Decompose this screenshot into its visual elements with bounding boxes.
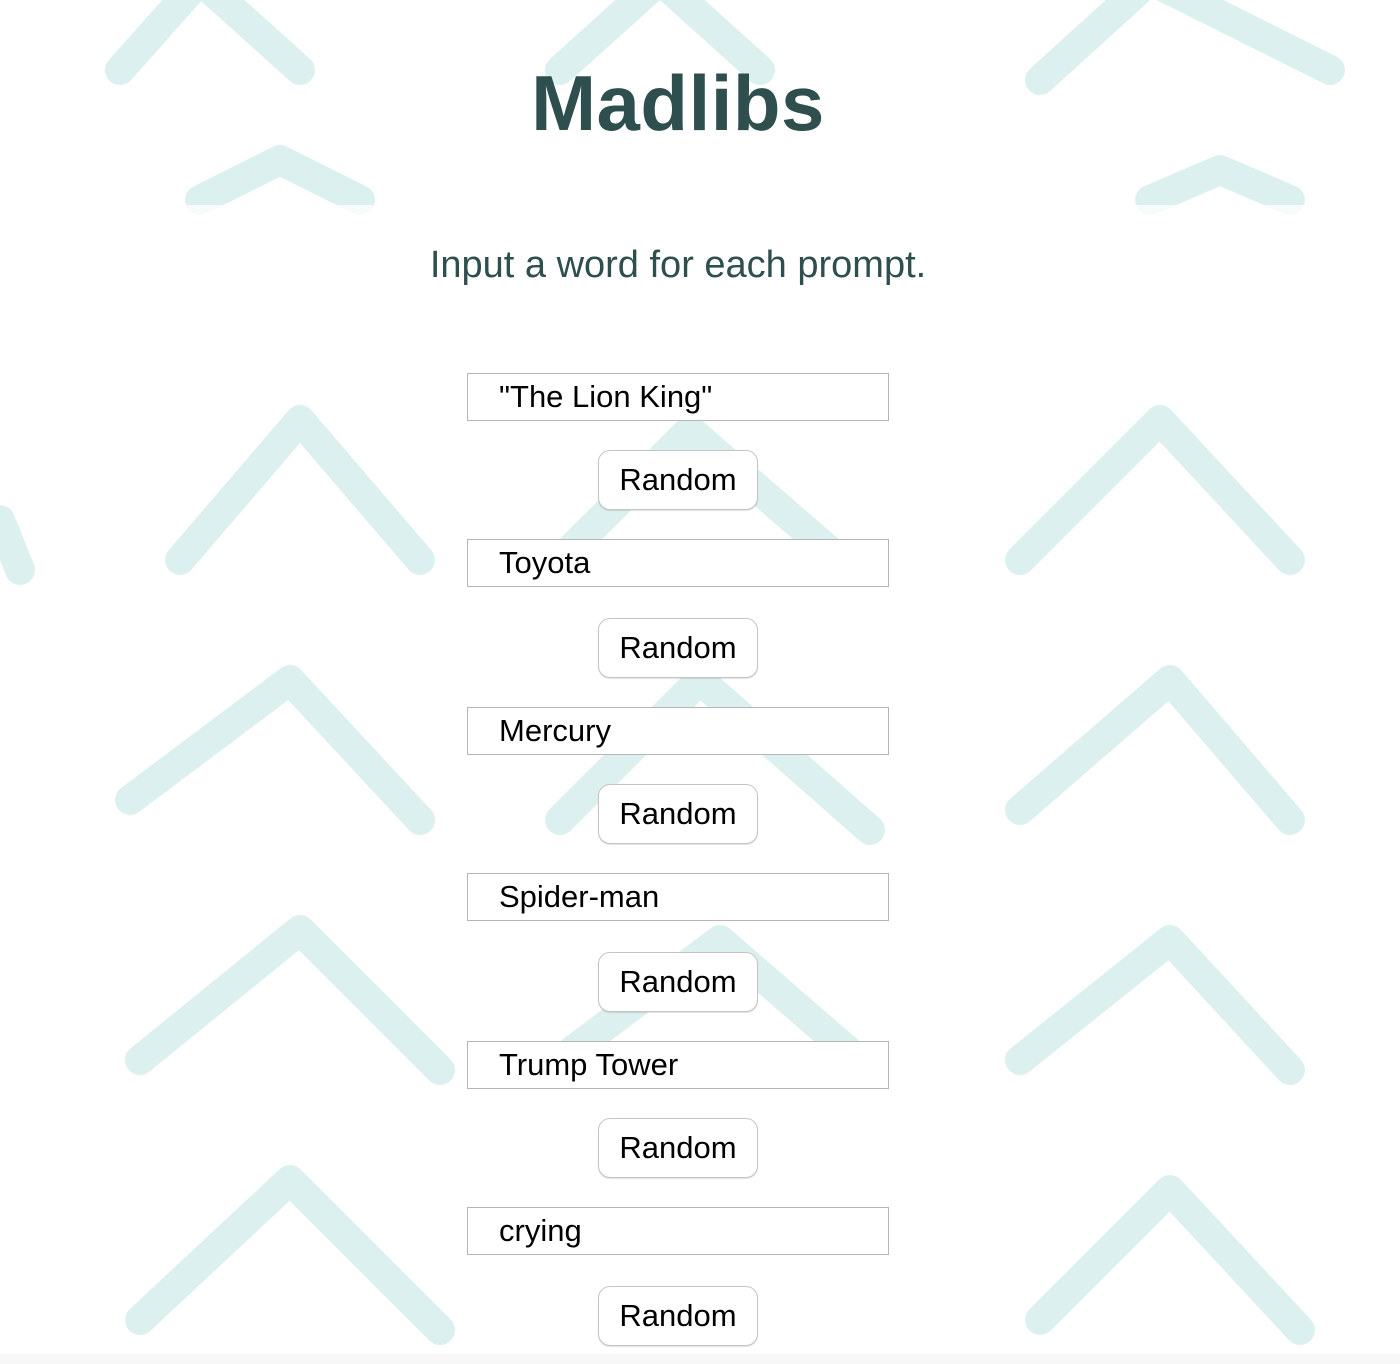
- instructions-text: Input a word for each prompt.: [429, 244, 927, 286]
- madlibs-page: Madlibs Input a word for each prompt. Ra…: [0, 0, 1400, 1364]
- random-button-6[interactable]: Random: [598, 1286, 758, 1346]
- prompt-input-6[interactable]: [467, 1207, 889, 1255]
- random-button-5[interactable]: Random: [598, 1118, 758, 1178]
- prompt-input-3[interactable]: [467, 707, 889, 755]
- page-title: Madlibs: [531, 59, 825, 147]
- random-button-2[interactable]: Random: [598, 618, 758, 678]
- prompt-input-1[interactable]: [467, 373, 889, 421]
- page-bottom-edge: [0, 1354, 1400, 1364]
- prompt-input-4[interactable]: [467, 873, 889, 921]
- prompt-input-2[interactable]: [467, 539, 889, 587]
- random-button-4[interactable]: Random: [598, 952, 758, 1012]
- random-button-1[interactable]: Random: [598, 450, 758, 510]
- prompt-input-5[interactable]: [467, 1041, 889, 1089]
- random-button-3[interactable]: Random: [598, 784, 758, 844]
